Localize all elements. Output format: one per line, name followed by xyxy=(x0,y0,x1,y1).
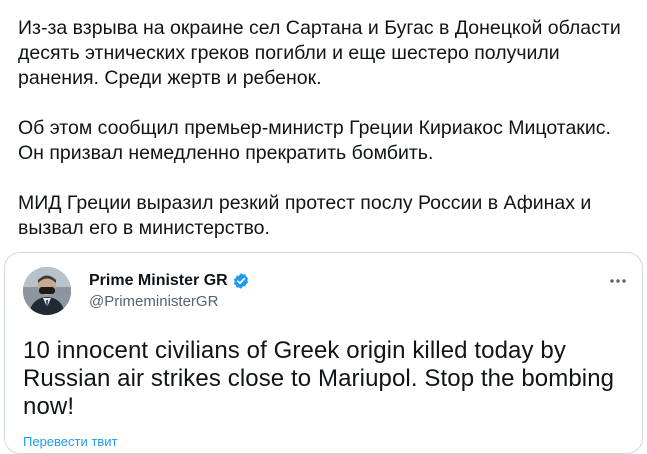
quoted-tweet-body: 10 innocent civilians of Greek origin ki… xyxy=(23,337,615,420)
translate-tweet-link[interactable]: Перевести твит xyxy=(23,434,117,450)
author-handle[interactable]: @PrimeministerGR xyxy=(89,292,250,312)
author-info: Prime Minister GR @PrimeministerGR xyxy=(89,271,250,312)
author-avatar[interactable] xyxy=(23,267,71,315)
quoted-tweet-card[interactable]: Prime Minister GR @PrimeministerGR 10 in… xyxy=(4,252,643,454)
more-dots-icon[interactable] xyxy=(608,275,628,287)
tweet-paragraph-2: Об этом сообщил премьер-министр Греции К… xyxy=(18,117,611,164)
tweet-paragraph-3: МИД Греции выразил резкий протест послу … xyxy=(18,192,592,239)
tweet-text: Из-за взрыва на окраине сел Сартана и Бу… xyxy=(18,16,643,241)
tweet-paragraph-1: Из-за взрыва на окраине сел Сартана и Бу… xyxy=(18,17,621,89)
person-avatar-icon xyxy=(23,267,71,315)
author-name[interactable]: Prime Minister GR xyxy=(89,271,228,291)
verified-badge-icon xyxy=(233,273,248,289)
